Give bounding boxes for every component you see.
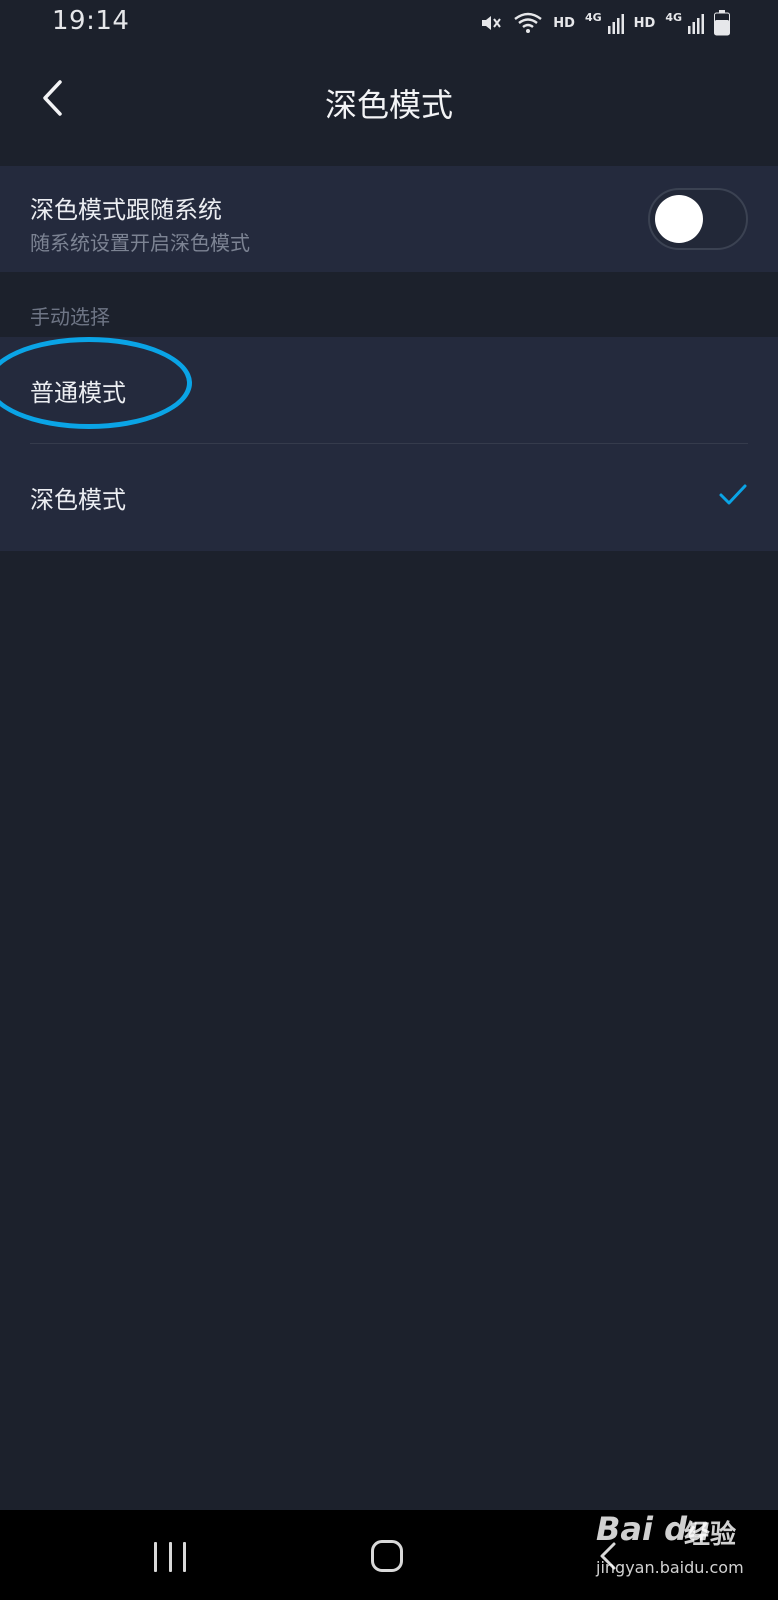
mute-icon [482, 16, 502, 30]
hd-label: HD [633, 15, 656, 31]
follow-system-toggle[interactable] [648, 188, 748, 250]
option-label: 深色模式 [30, 486, 126, 514]
header: 深色模式 [0, 46, 778, 158]
battery-icon [714, 10, 730, 36]
hd-label: HD [553, 15, 575, 31]
check-icon [719, 484, 747, 505]
signal-icon [607, 14, 624, 34]
mode-options: 普通模式 深色模式 [0, 337, 778, 551]
status-time: 19:14 [52, 6, 130, 36]
wifi-icon [514, 12, 543, 33]
manual-section-label: 手动选择 [30, 305, 110, 329]
network-label: 4G [665, 10, 682, 24]
option-dark-mode[interactable]: 深色模式 [0, 444, 778, 551]
status-bar: 19:14 HD 4G HD 4G [0, 0, 778, 46]
option-label: 普通模式 [30, 379, 126, 407]
baidu-watermark: Bai du 经验 jingyan.baidu.com [596, 1508, 766, 1590]
toggle-knob [655, 195, 703, 243]
status-icons: HD 4G HD 4G [479, 8, 730, 38]
page-title: 深色模式 [324, 86, 453, 124]
follow-system-title: 深色模式跟随系统 [30, 196, 222, 224]
home-icon[interactable] [371, 1540, 403, 1572]
follow-system-subtitle: 随系统设置开启深色模式 [30, 231, 250, 255]
follow-system-row[interactable]: 深色模式跟随系统 随系统设置开启深色模式 [0, 166, 778, 272]
recent-apps-icon[interactable] [154, 1542, 186, 1572]
watermark-brand: 经验 [684, 1520, 737, 1550]
signal-icon [688, 14, 704, 34]
network-label: 4G [584, 10, 602, 24]
watermark-url: jingyan.baidu.com [596, 1558, 744, 1577]
option-normal-mode[interactable]: 普通模式 [0, 337, 778, 444]
